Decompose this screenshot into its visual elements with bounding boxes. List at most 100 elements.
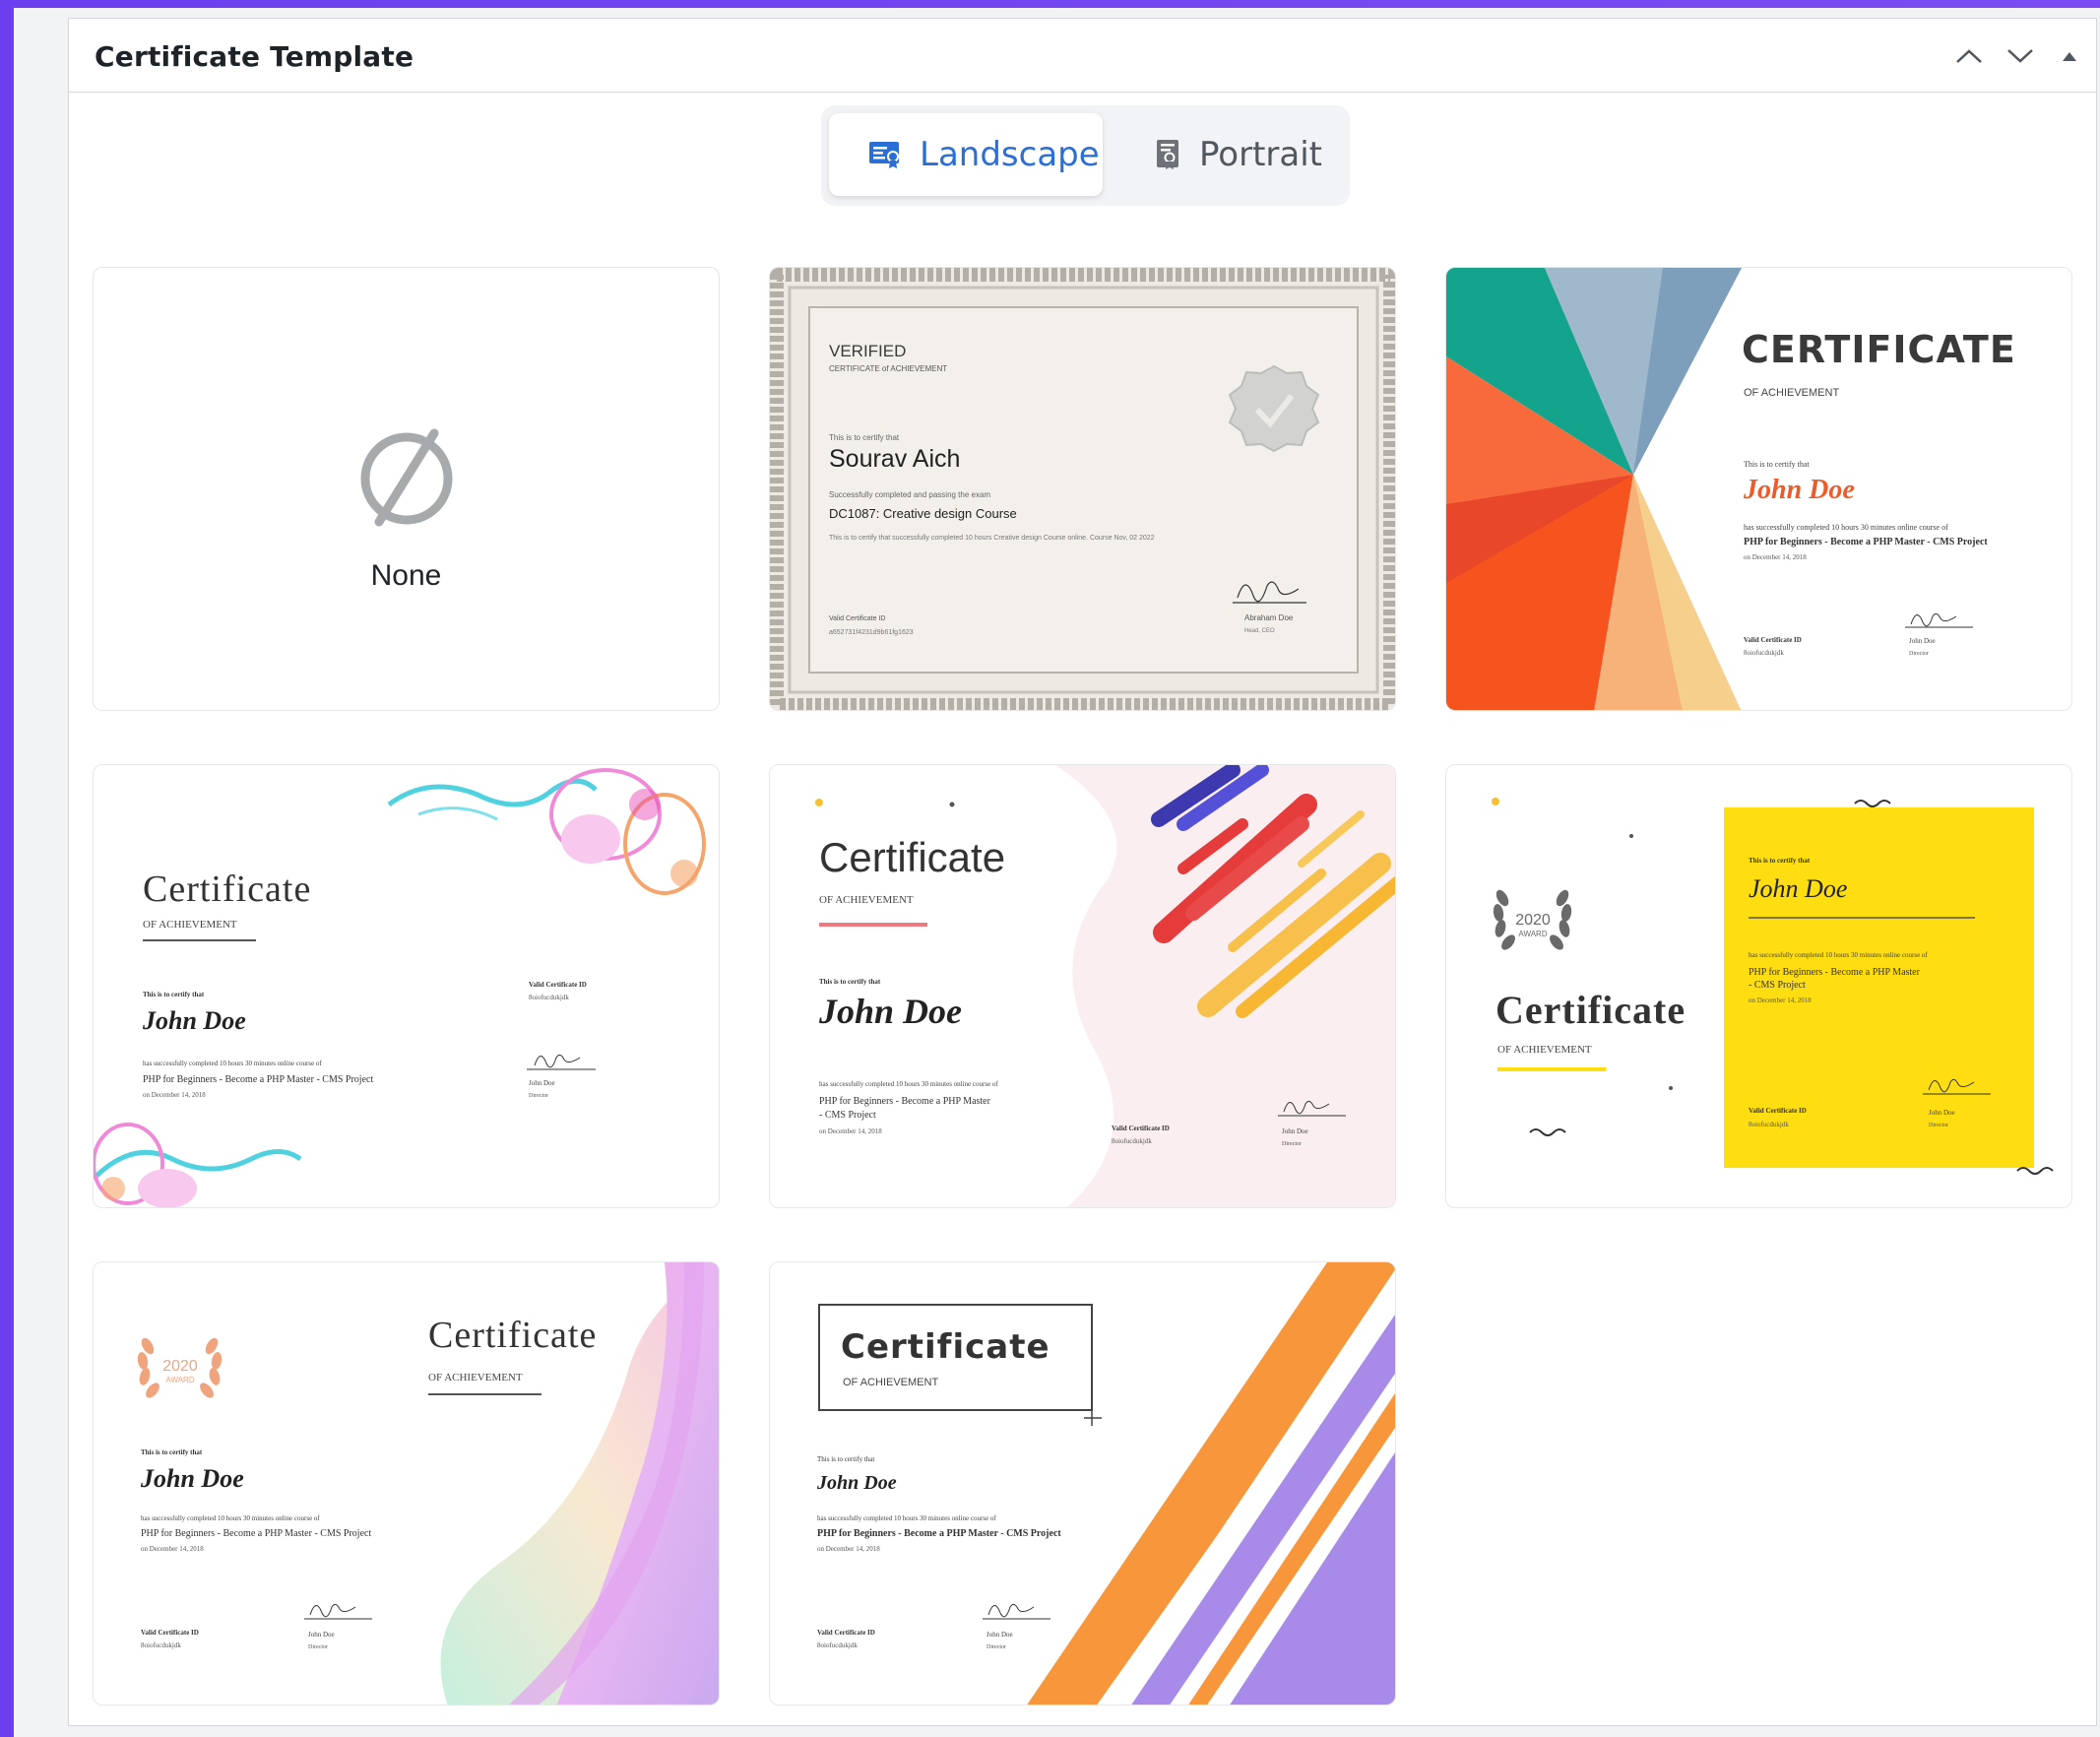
cert-desc: has successfully completed 10 hours 30 m… bbox=[1744, 523, 1948, 532]
cert-subtitle: OF ACHIEVEMENT bbox=[819, 894, 914, 906]
template-card-geometric[interactable]: CERTIFICATE OF ACHIEVEMENT This is to ce… bbox=[1445, 267, 2072, 711]
cert-title: Certificate bbox=[1495, 988, 1686, 1032]
cert-name: John Doe bbox=[142, 1006, 246, 1035]
cert-desc: has successfully completed 10 hours 30 m… bbox=[143, 1060, 322, 1067]
triangle-up-icon bbox=[2063, 52, 2076, 61]
cert-intro: This is to certify that bbox=[1749, 857, 1811, 865]
certificate-preview: 2020 AWARD Certificate OF ACHIEVEMENT Th… bbox=[94, 1262, 719, 1705]
move-up-button[interactable] bbox=[1949, 36, 1989, 76]
cert-signer-role: Director bbox=[529, 1093, 548, 1099]
cert-id: a652731f4231d9b61fg1623 bbox=[829, 629, 914, 636]
template-card-yellow-award[interactable]: 2020 AWARD Certificate OF ACHIEVEMENT Th… bbox=[1445, 764, 2072, 1208]
certificate-preview: CERTIFICATE OF ACHIEVEMENT This is to ce… bbox=[1446, 268, 2071, 710]
award-year: 2020 bbox=[1515, 912, 1551, 929]
cert-subtitle: OF ACHIEVEMENT bbox=[1744, 387, 1839, 399]
template-card-diagonal-stripes[interactable]: Certificate OF ACHIEVEMENT This is to ce… bbox=[769, 1261, 1396, 1705]
cert-subtitle: OF ACHIEVEMENT bbox=[143, 919, 237, 931]
certificate-preview: VERIFIED CERTIFICATE of ACHIEVEMENT This… bbox=[770, 268, 1395, 710]
toggle-panel-button[interactable] bbox=[2050, 36, 2089, 76]
tab-landscape-label: Landscape bbox=[920, 135, 1100, 174]
cert-signer-role: Director bbox=[308, 1644, 328, 1650]
cert-subtitle: OF ACHIEVEMENT bbox=[428, 1372, 523, 1383]
tab-landscape[interactable]: Landscape bbox=[829, 113, 1103, 196]
template-card-floral[interactable]: Certificate OF ACHIEVEMENT This is to ce… bbox=[93, 764, 720, 1208]
cert-name: John Doe bbox=[1749, 874, 1847, 903]
cert-title: Certificate bbox=[143, 868, 311, 910]
cert-course: PHP for Beginners - Become a PHP Master … bbox=[143, 1074, 373, 1085]
cert-signer: John Doe bbox=[1909, 637, 1936, 645]
cert-id-label: Valid Certificate ID bbox=[829, 615, 885, 622]
cert-id: 8oiofucdukjdk bbox=[1112, 1137, 1152, 1145]
cert-id-label: Valid Certificate ID bbox=[1112, 1125, 1170, 1132]
none-label: None bbox=[370, 559, 442, 592]
cert-subheading: CERTIFICATE of ACHIEVEMENT bbox=[829, 364, 947, 373]
cert-date: on December 14, 2018 bbox=[143, 1091, 206, 1099]
cert-intro: This is to certify that bbox=[1744, 460, 1810, 469]
cert-intro: This is to certify that bbox=[817, 1455, 874, 1463]
certificate-preview: Certificate OF ACHIEVEMENT This is to ce… bbox=[94, 765, 719, 1207]
cert-name: John Doe bbox=[818, 992, 962, 1031]
cert-heading: VERIFIED bbox=[829, 342, 906, 360]
cert-signer-role: Director bbox=[1909, 651, 1929, 657]
cert-id-label: Valid Certificate ID bbox=[1749, 1107, 1807, 1115]
template-card-verified[interactable]: VERIFIED CERTIFICATE of ACHIEVEMENT This… bbox=[769, 267, 1396, 711]
cert-name: John Doe bbox=[140, 1464, 244, 1493]
certificate-template-panel: Certificate Template Landscape Portrait … bbox=[68, 18, 2097, 1726]
cert-id: 8oiofucdukjdk bbox=[1744, 649, 1784, 657]
award-year: 2020 bbox=[162, 1358, 198, 1375]
cert-signer: Abraham Doe bbox=[1244, 613, 1294, 622]
cert-title: CERTIFICATE bbox=[1742, 328, 2016, 371]
cert-signer-role: Director bbox=[1929, 1123, 1948, 1128]
cert-signer: John Doe bbox=[1929, 1109, 1955, 1117]
cert-id: 8oiofucdukjdk bbox=[1749, 1121, 1789, 1128]
template-card-abstract-stripes[interactable]: Certificate OF ACHIEVEMENT This is to ce… bbox=[769, 764, 1396, 1208]
panel-header: Certificate Template bbox=[69, 19, 2096, 93]
cert-id: 8oiofucdukjdk bbox=[817, 1641, 858, 1649]
cert-signer: John Doe bbox=[986, 1631, 1013, 1639]
cert-subtitle: OF ACHIEVEMENT bbox=[1497, 1044, 1592, 1056]
certificate-preview: 2020 AWARD Certificate OF ACHIEVEMENT Th… bbox=[1446, 765, 2071, 1207]
cert-desc: has successfully completed 10 hours 30 m… bbox=[1749, 951, 1928, 959]
cert-date: on December 14, 2018 bbox=[817, 1545, 880, 1553]
cert-desc: has successfully completed 10 hours 30 m… bbox=[819, 1080, 998, 1088]
cert-signer-role: Director bbox=[986, 1644, 1006, 1650]
certificate-preview: Certificate OF ACHIEVEMENT This is to ce… bbox=[770, 765, 1395, 1207]
cert-intro: This is to certify that bbox=[141, 1448, 203, 1456]
cert-course: DC1087: Creative design Course bbox=[829, 506, 1017, 521]
cert-title: Certificate bbox=[819, 834, 1005, 880]
template-card-silk[interactable]: 2020 AWARD Certificate OF ACHIEVEMENT Th… bbox=[93, 1261, 720, 1705]
award-word: AWARD bbox=[1518, 930, 1547, 938]
cert-signer: John Doe bbox=[308, 1631, 335, 1639]
cert-name: John Doe bbox=[1743, 475, 1855, 505]
cert-id-label: Valid Certificate ID bbox=[1744, 636, 1802, 644]
cert-id-label: Valid Certificate ID bbox=[817, 1629, 875, 1637]
move-down-button[interactable] bbox=[2001, 36, 2040, 76]
cert-id-label: Valid Certificate ID bbox=[529, 981, 587, 989]
cert-date: on December 14, 2018 bbox=[1744, 553, 1807, 561]
template-card-none[interactable]: None bbox=[93, 267, 720, 711]
cert-intro: This is to certify that bbox=[829, 433, 900, 442]
cert-course-line1: PHP for Beginners - Become a PHP Master bbox=[1749, 967, 1921, 978]
cert-signer-role: Head, CEO bbox=[1244, 628, 1275, 634]
landscape-certificate-icon bbox=[869, 142, 899, 168]
none-symbol-icon bbox=[360, 428, 453, 527]
chevron-down-icon bbox=[2007, 49, 2033, 63]
cert-course: PHP for Beginners - Become a PHP Master … bbox=[817, 1528, 1061, 1539]
tab-portrait[interactable]: Portrait bbox=[1116, 113, 1343, 196]
cert-course-line2: - CMS Project bbox=[1749, 980, 1806, 991]
cert-signer-role: Director bbox=[1282, 1141, 1302, 1147]
portrait-certificate-icon bbox=[1157, 140, 1178, 169]
cert-note: This is to certify that successfully com… bbox=[829, 535, 1155, 542]
certificate-preview: Certificate OF ACHIEVEMENT This is to ce… bbox=[770, 1262, 1395, 1705]
cert-subtitle: OF ACHIEVEMENT bbox=[843, 1377, 938, 1388]
cert-course-line2: - CMS Project bbox=[819, 1110, 876, 1121]
chevron-up-icon bbox=[1956, 49, 1982, 63]
cert-id-label: Valid Certificate ID bbox=[141, 1629, 199, 1637]
orientation-tabs: Landscape Portrait bbox=[821, 105, 1350, 206]
cert-name: John Doe bbox=[816, 1472, 897, 1494]
award-word: AWARD bbox=[165, 1376, 194, 1384]
cert-title: Certificate bbox=[841, 1327, 1050, 1367]
cert-id: 8oiofucdukjdk bbox=[529, 994, 569, 1001]
cert-date: on December 14, 2018 bbox=[141, 1545, 204, 1553]
page-background: Certificate Template Landscape Portrait … bbox=[14, 8, 2100, 1737]
